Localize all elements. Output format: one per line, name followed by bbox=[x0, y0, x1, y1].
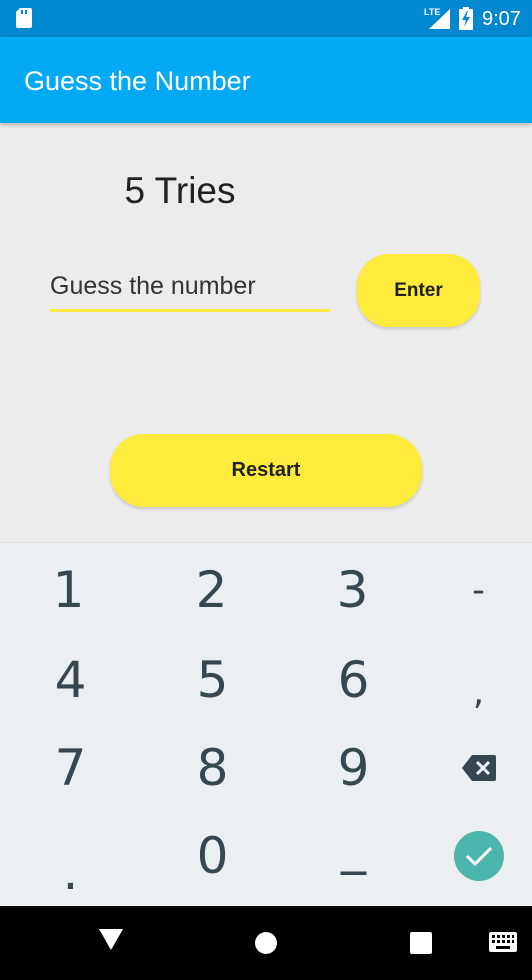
sd-card-icon bbox=[16, 8, 32, 28]
key-period-label: . bbox=[62, 843, 79, 901]
backspace-key[interactable] bbox=[412, 723, 532, 813]
key-3[interactable]: 3 bbox=[286, 545, 419, 635]
enter-button[interactable]: Enter bbox=[357, 254, 480, 327]
key-2[interactable]: 2 bbox=[145, 545, 278, 635]
recents-icon[interactable] bbox=[410, 932, 432, 954]
lte-label: LTE bbox=[424, 7, 440, 17]
key-8[interactable]: 8 bbox=[146, 723, 279, 813]
status-time: 9:07 bbox=[482, 8, 521, 30]
key-underscore[interactable]: _ bbox=[287, 809, 420, 899]
app-bar: Guess the Number bbox=[0, 37, 532, 123]
key-1[interactable]: 1 bbox=[2, 545, 135, 635]
key-underscore-label: _ bbox=[341, 817, 366, 875]
guess-input[interactable] bbox=[50, 268, 330, 312]
battery-charging-icon bbox=[459, 7, 473, 30]
restart-button[interactable]: Restart bbox=[110, 434, 422, 507]
key-minus[interactable]: - bbox=[412, 545, 532, 635]
signal-icon: LTE bbox=[424, 7, 450, 29]
backspace-icon bbox=[461, 755, 496, 781]
status-bar: LTE 9:07 bbox=[0, 0, 532, 37]
tries-counter: 5 Tries bbox=[124, 170, 236, 211]
key-6[interactable]: 6 bbox=[287, 635, 420, 725]
check-icon bbox=[453, 831, 504, 881]
key-7[interactable]: 7 bbox=[4, 723, 137, 813]
app-title: Guess the Number bbox=[24, 66, 251, 96]
key-0[interactable]: 0 bbox=[146, 811, 279, 901]
done-key[interactable] bbox=[412, 811, 532, 901]
key-period[interactable]: . bbox=[4, 813, 137, 903]
home-icon[interactable] bbox=[254, 931, 278, 955]
numeric-keyboard: 1 2 3 - 4 5 6 , 7 8 9 . 0 _ bbox=[0, 542, 532, 907]
key-9[interactable]: 9 bbox=[287, 723, 420, 813]
back-icon[interactable] bbox=[99, 929, 123, 951]
key-4[interactable]: 4 bbox=[4, 635, 137, 725]
key-5[interactable]: 5 bbox=[146, 635, 279, 725]
keyboard-switch-icon[interactable] bbox=[489, 932, 517, 952]
